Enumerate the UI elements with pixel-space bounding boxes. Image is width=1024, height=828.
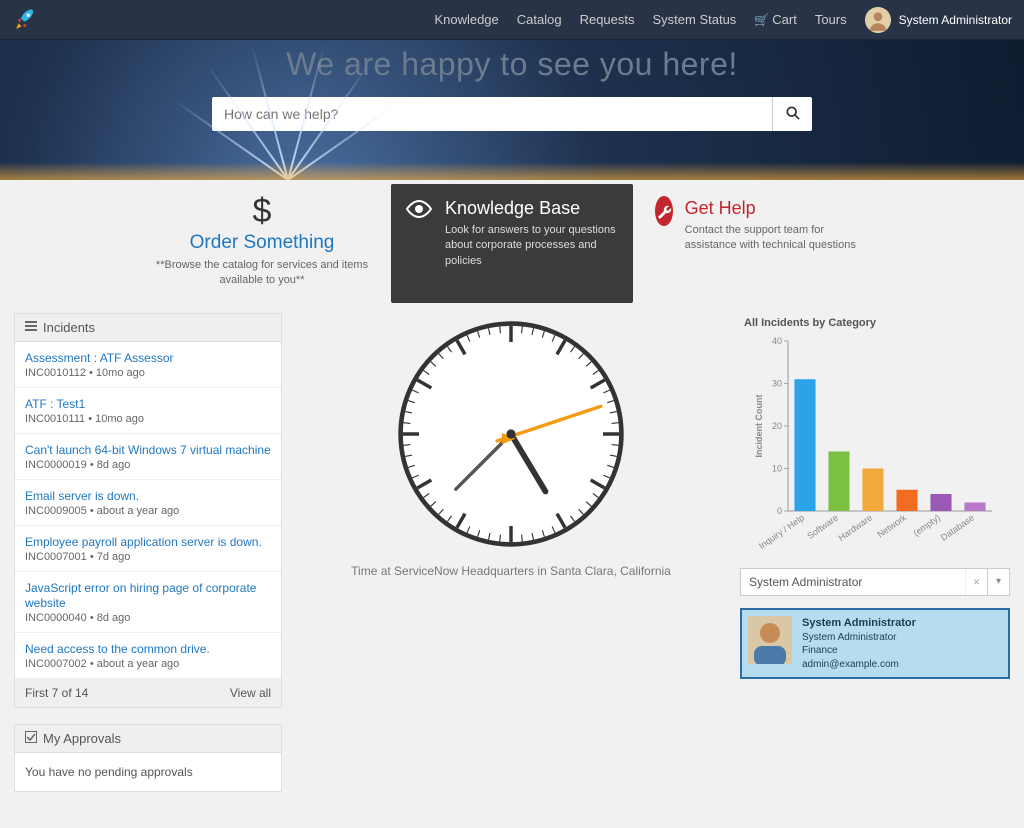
list-icon (25, 320, 37, 335)
chart-bar[interactable] (930, 494, 951, 511)
promo-kb-title: Knowledge Base (445, 198, 619, 219)
incident-title[interactable]: ATF : Test1 (25, 397, 85, 411)
svg-text:Software: Software (805, 512, 840, 541)
eye-icon (405, 198, 433, 226)
incident-row[interactable]: Can't launch 64-bit Windows 7 virtual ma… (15, 434, 281, 480)
user-name: System Administrator (899, 13, 1012, 27)
chart-bar[interactable] (828, 451, 849, 511)
nav-system-status[interactable]: System Status (653, 12, 737, 27)
clock-icon (396, 319, 626, 549)
search-icon (786, 107, 800, 123)
incident-row[interactable]: ATF : Test1 INC0010111 • 10mo ago (15, 388, 281, 434)
search-input[interactable] (212, 97, 772, 131)
chart-bar[interactable] (794, 379, 815, 511)
incidents-panel: Incidents Assessment : ATF Assessor INC00… (14, 313, 282, 708)
nav-knowledge[interactable]: Knowledge (434, 12, 498, 27)
hero-banner: We are happy to see you here! (0, 40, 1024, 180)
wrench-icon (655, 196, 673, 226)
promo-help-title: Get Help (685, 198, 869, 219)
svg-text:Database: Database (939, 512, 976, 542)
svg-text:30: 30 (772, 378, 782, 388)
svg-text:Network: Network (875, 512, 908, 539)
incidents-chart: 0 10 20 30 40 Incident Count Inquiry / HelpSof… (740, 331, 1010, 561)
top-nav: Knowledge Catalog Requests System Status Car… (0, 0, 1024, 40)
incidents-title: Incidents (43, 320, 95, 335)
chart-bar[interactable] (964, 502, 985, 511)
hero-headline: We are happy to see you here! (286, 46, 738, 83)
promo-order-title: Order Something (155, 232, 369, 254)
user-card-email: admin@example.com (802, 658, 916, 672)
svg-text:0: 0 (777, 506, 782, 516)
user-card: System Administrator System Administrato… (740, 608, 1010, 679)
chart-bar[interactable] (862, 468, 883, 511)
user-menu[interactable]: System Administrator (865, 7, 1012, 33)
svg-text:Hardware: Hardware (836, 512, 874, 543)
incident-meta: INC0010112 • 10mo ago (25, 367, 271, 379)
svg-text:40: 40 (772, 336, 782, 346)
user-photo (748, 616, 792, 664)
promo-order-desc: **Browse the catalog for services and it… (155, 258, 369, 289)
chart-bar[interactable] (896, 490, 917, 511)
incident-title[interactable]: JavaScript error on hiring page of corpo… (25, 581, 256, 610)
incident-meta: INC0000040 • 8d ago (25, 612, 271, 624)
promo-help-desc: Contact the support team for assistance … (685, 223, 869, 254)
incident-row[interactable]: Need access to the common drive. INC00070… (15, 633, 281, 679)
promo-kb[interactable]: Knowledge Base Look for answers to your … (391, 184, 633, 303)
approvals-header: My Approvals (15, 725, 281, 753)
user-card-dept: Finance (802, 644, 916, 658)
nav-requests[interactable]: Requests (580, 12, 635, 27)
svg-text:Incident Count: Incident Count (754, 394, 764, 457)
incident-meta: INC0009005 • about a year ago (25, 505, 271, 517)
svg-text:Inquiry / Help: Inquiry / Help (757, 512, 806, 551)
promo-help[interactable]: Get Help Contact the support team for as… (641, 184, 883, 303)
incidents-header: Incidents (15, 314, 281, 342)
approvals-title: My Approvals (43, 731, 121, 746)
svg-text:10: 10 (772, 463, 782, 473)
nav-cart[interactable]: Cart (754, 12, 797, 27)
incident-title[interactable]: Assessment : ATF Assessor (25, 351, 174, 365)
incident-title[interactable]: Need access to the common drive. (25, 642, 210, 656)
search-button[interactable] (772, 97, 812, 131)
user-card-role: System Administrator (802, 631, 916, 645)
clock-caption: Time at ServiceNow Headquarters in Santa… (304, 564, 718, 578)
user-card-name: System Administrator (802, 616, 916, 631)
logo-rocket-icon[interactable] (12, 7, 38, 33)
approvals-panel: My Approvals You have no pending approva… (14, 724, 282, 792)
approvals-empty: You have no pending approvals (15, 753, 281, 791)
promo-kb-desc: Look for answers to your questions about… (445, 223, 619, 269)
nav-tours[interactable]: Tours (815, 12, 847, 27)
nav-catalog[interactable]: Catalog (517, 12, 562, 27)
user-select-value: System Administrator (741, 569, 965, 595)
dollar-icon: $ (155, 194, 369, 228)
incident-title[interactable]: Employee payroll application server is d… (25, 535, 262, 549)
incident-meta: INC0007001 • 7d ago (25, 551, 271, 563)
incident-title[interactable]: Can't launch 64-bit Windows 7 virtual ma… (25, 443, 271, 457)
user-select[interactable]: System Administrator × ▾ (740, 568, 1010, 596)
check-icon (25, 731, 37, 746)
chevron-down-icon[interactable]: ▾ (987, 569, 1009, 595)
incident-row[interactable]: Assessment : ATF Assessor INC0010112 • 10… (15, 342, 281, 388)
incident-row[interactable]: JavaScript error on hiring page of corpo… (15, 572, 281, 633)
svg-text:20: 20 (772, 421, 782, 431)
clock-widget: Time at ServiceNow Headquarters in Santa… (304, 319, 718, 578)
incidents-count: First 7 of 14 (25, 686, 88, 700)
incidents-view-all[interactable]: View all (230, 686, 271, 700)
promo-row: $ Order Something **Browse the catalog f… (0, 184, 1024, 303)
incident-meta: INC0000019 • 8d ago (25, 459, 271, 471)
clear-icon[interactable]: × (965, 569, 987, 595)
incident-title[interactable]: Email server is down. (25, 489, 139, 503)
chart-title: All Incidents by Category (744, 317, 1010, 329)
incident-row[interactable]: Email server is down. INC0009005 • about … (15, 480, 281, 526)
avatar (865, 7, 891, 33)
incident-meta: INC0010111 • 10mo ago (25, 413, 271, 425)
incident-meta: INC0007002 • about a year ago (25, 658, 271, 670)
promo-order[interactable]: $ Order Something **Browse the catalog f… (141, 184, 383, 303)
incident-row[interactable]: Employee payroll application server is d… (15, 526, 281, 572)
